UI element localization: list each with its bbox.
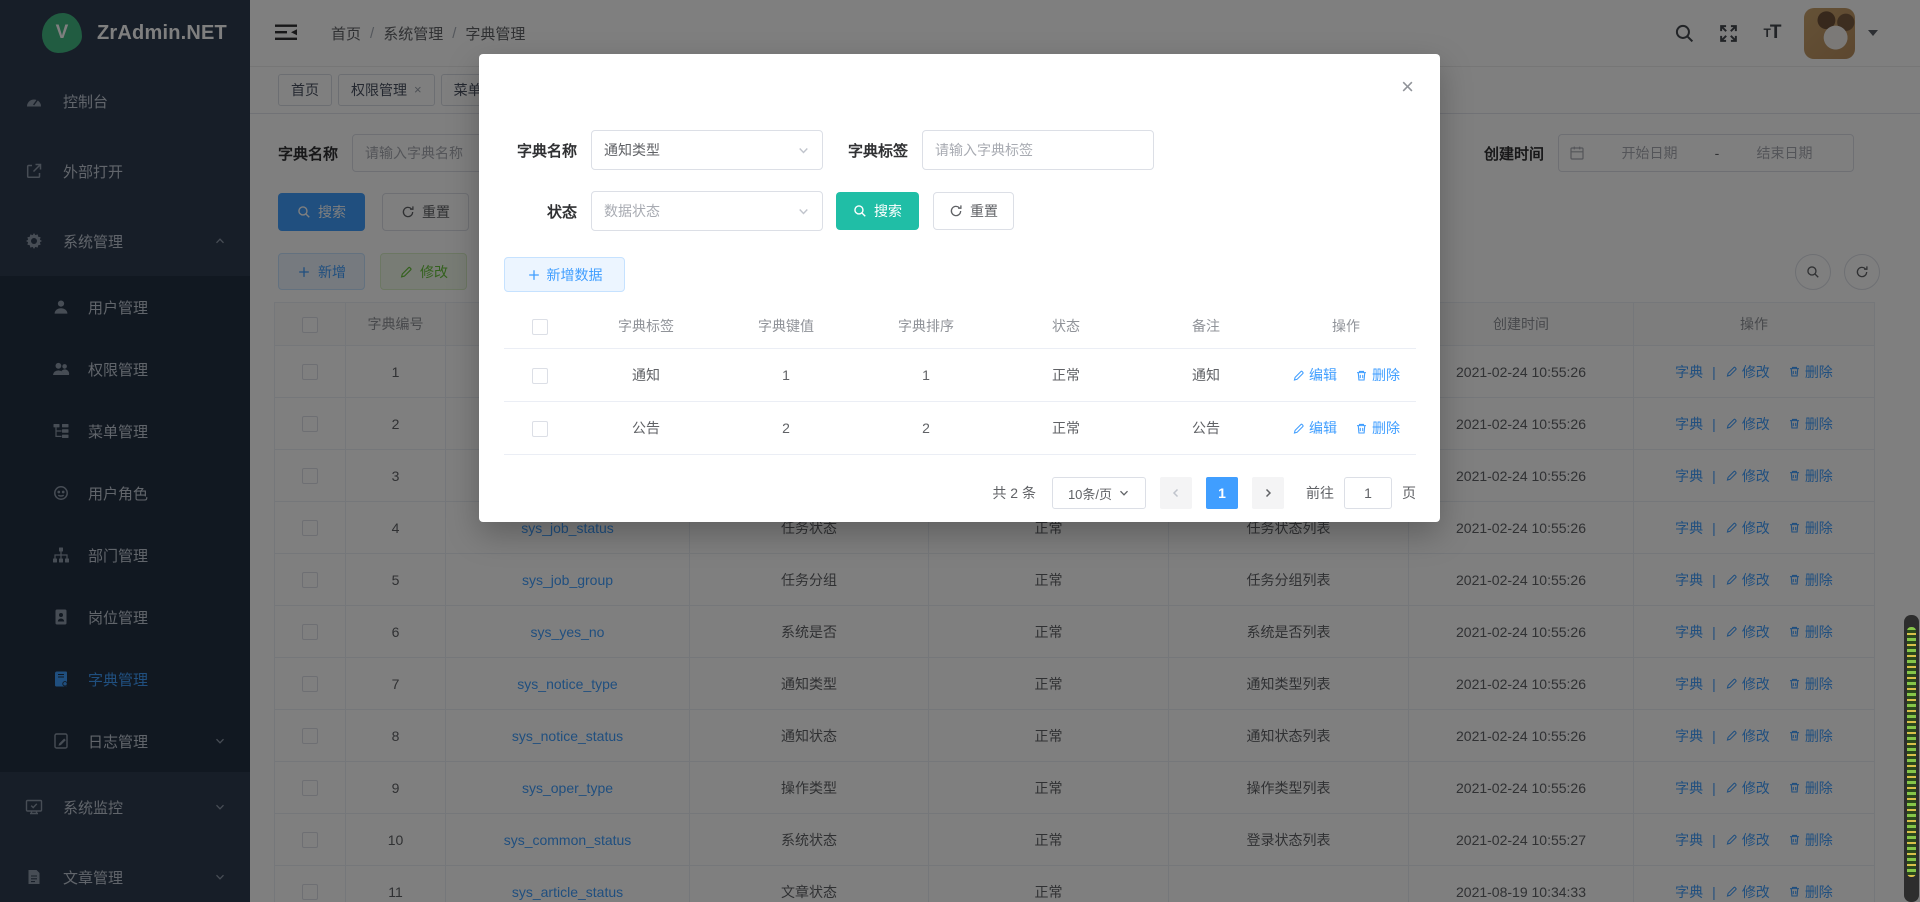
column-header: 状态 [996,304,1136,349]
dict-sort-cell: 2 [856,402,996,455]
column-header: 字典排序 [856,304,996,349]
table-row: 通知11正常通知编辑删除 [504,349,1416,402]
remark-cell: 通知 [1136,349,1276,402]
delete-link[interactable]: 删除 [1355,418,1400,438]
dict-label-cell: 通知 [576,349,716,402]
modal-search-label: 搜索 [874,201,902,221]
add-data-button[interactable]: 新增数据 [504,257,625,292]
close-icon[interactable]: × [1401,76,1414,98]
row-checkbox[interactable] [532,421,548,437]
modal-reset-button[interactable]: 重置 [933,192,1014,230]
delete-link[interactable]: 删除 [1355,365,1400,385]
dict-label-cell: 公告 [576,402,716,455]
modal-filter-row-1: 字典名称 通知类型 字典标签 [506,130,1440,170]
selected-value: 通知类型 [604,140,797,160]
status-cell: 正常 [996,402,1136,455]
current-page-button[interactable]: 1 [1206,477,1238,509]
status-cell: 正常 [996,349,1136,402]
goto-label: 前往 [1306,483,1334,503]
dict-sort-cell: 1 [856,349,996,402]
modal-reset-label: 重置 [970,201,998,221]
dict-value-cell: 1 [716,349,856,402]
page-size-select[interactable]: 10条/页 [1052,477,1146,509]
edit-link[interactable]: 编辑 [1292,418,1337,438]
add-data-label: 新增数据 [547,265,603,285]
column-header: 操作 [1276,304,1416,349]
pagination-total: 共 2 条 [992,483,1036,503]
page-scrollbar [1904,615,1919,902]
chevron-down-icon [797,144,810,157]
select-all-checkbox[interactable] [532,319,548,335]
page-size-value: 10条/页 [1068,484,1112,503]
prev-page-button[interactable] [1160,477,1192,509]
modal-status-label: 状态 [506,201,577,222]
table-row: 公告22正常公告编辑删除 [504,402,1416,455]
dict-data-modal: × 字典名称 通知类型 字典标签 状态 数据状态 搜索 [479,54,1440,522]
goto-unit-label: 页 [1402,483,1416,503]
remark-cell: 公告 [1136,402,1276,455]
modal-search-button[interactable]: 搜索 [836,192,919,230]
dict-value-cell: 2 [716,402,856,455]
modal-filter-row-2: 状态 数据状态 搜索 重置 [506,191,1440,231]
goto-page-input[interactable] [1344,477,1392,509]
chevron-down-icon [1118,487,1130,499]
chevron-down-icon [797,205,810,218]
modal-dict-tag-input[interactable] [922,130,1154,170]
table-header-row: 字典标签 字典键值 字典排序 状态 备注 操作 [504,304,1416,349]
modal-status-select[interactable]: 数据状态 [591,191,823,231]
select-placeholder: 数据状态 [604,201,797,221]
modal-dict-name-select[interactable]: 通知类型 [591,130,823,170]
dict-data-table: 字典标签 字典键值 字典排序 状态 备注 操作 通知11正常通知编辑删除公告22… [504,304,1416,455]
modal-dict-name-label: 字典名称 [506,140,577,161]
row-checkbox[interactable] [532,368,548,384]
modal-dict-tag-label: 字典标签 [835,140,908,161]
pagination: 共 2 条 10条/页 1 前往 页 [479,477,1416,509]
edit-link[interactable]: 编辑 [1292,365,1337,385]
scrollbar-thumb[interactable] [1907,627,1916,877]
column-header: 备注 [1136,304,1276,349]
next-page-button[interactable] [1252,477,1284,509]
column-header: 字典键值 [716,304,856,349]
column-header: 字典标签 [576,304,716,349]
app-root: V ZrAdmin.NET 控制台 外部打开 系统管理 [0,0,1920,902]
